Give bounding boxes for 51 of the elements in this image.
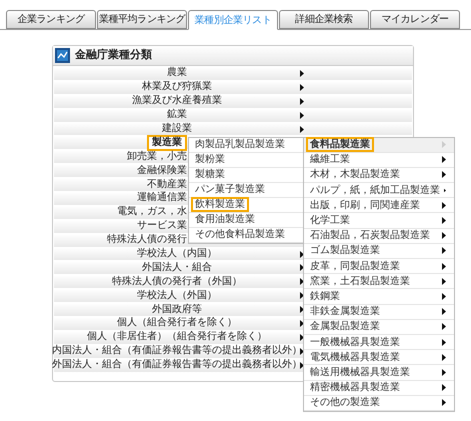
submenu-item[interactable]: 製糖業 (191, 167, 229, 182)
submenu-item[interactable]: 製粉業 (191, 152, 229, 167)
submenu-item[interactable]: 一般機械器具製造業 (306, 334, 404, 350)
tab[interactable]: 詳細企業検索 (279, 10, 369, 29)
submenu-item[interactable]: 金属製品製造業 (306, 319, 384, 334)
submenu-item[interactable]: 飲料製造業 (191, 197, 249, 212)
menu-item[interactable]: 林業及び狩猟業 (142, 81, 212, 94)
menu-item[interactable]: 金融保険業 (137, 164, 187, 177)
menu-item[interactable]: 個人（非居住者）（組合発行者を除く） (87, 331, 267, 344)
chart-icon (55, 48, 70, 63)
submenu-item[interactable]: パン菓子製造業 (191, 182, 269, 197)
submenu-item[interactable]: 電気機械器具製造業 (306, 350, 404, 365)
menu-item[interactable]: 外国法人・組合 (142, 262, 212, 274)
menu-item[interactable]: サービス業 (137, 220, 187, 232)
submenu-item[interactable]: ゴム製品製造業 (306, 243, 384, 258)
submenu-item[interactable]: 食料品製造業 (306, 137, 374, 152)
menu-item[interactable]: 個人（組合発行者を除く） (117, 317, 237, 330)
menu-item[interactable]: 学校法人（外国） (137, 290, 217, 302)
submenu-item[interactable]: 化学工業 (306, 213, 354, 228)
submenu-item[interactable]: 木材，木製品製造業 (306, 167, 404, 182)
menu-item[interactable]: 学校法人（内国） (137, 248, 217, 260)
submenu-item[interactable]: 非鉄金属製造業 (306, 304, 384, 320)
menu-item[interactable]: 卸売業，小売 (127, 150, 187, 163)
menu-item[interactable]: 電気，ガス，水 (117, 206, 187, 218)
menu-item[interactable]: 農業 (167, 67, 187, 80)
menu-item[interactable]: 製造業 (147, 134, 187, 151)
submenu-item[interactable]: 繊維工業 (306, 152, 354, 168)
menu-item[interactable]: 特殊法人債の発行 (107, 234, 187, 246)
tab[interactable]: 企業ランキング (6, 10, 96, 29)
tab[interactable]: マイカレンダー (370, 10, 460, 29)
menu-item[interactable]: 建設業 (162, 123, 192, 135)
submenu-item[interactable]: 石油製品，石炭製品製造業 (306, 228, 434, 244)
submenu-item[interactable]: その他食料品製造業 (191, 227, 289, 242)
submenu-item[interactable]: その他の製造業 (306, 395, 384, 410)
submenu-item[interactable]: 食用油製造業 (191, 212, 259, 227)
submenu-item[interactable]: 輸送用機械器具製造業 (306, 364, 414, 380)
tab[interactable]: 業種別企業リスト (188, 10, 278, 30)
submenu-item[interactable]: パルプ，紙，紙加工品製造業 (306, 182, 444, 198)
menu-item[interactable]: 運輸通信業 (137, 192, 187, 204)
menu-item[interactable]: 不動産業 (147, 178, 187, 191)
submenu-item[interactable]: 皮革，同製品製造業 (306, 258, 404, 274)
submenu-item[interactable]: 出版，印刷，同関連産業 (306, 198, 424, 213)
panel-title: 金融庁業種分類 (75, 47, 152, 64)
tab[interactable]: 業種平均ランキング (97, 10, 187, 29)
submenu-item[interactable]: 鉄鋼業 (306, 288, 344, 304)
submenu-item[interactable]: 精密機械器具製造業 (306, 380, 404, 396)
menu-item[interactable]: 鉱業 (167, 109, 187, 122)
submenu-item[interactable]: 窯業，土石製品製造業 (306, 274, 414, 289)
menu-item[interactable]: 特殊法人債の発行者（外国） (112, 276, 242, 288)
submenu-item[interactable]: 肉製品乳製品製造業 (191, 137, 289, 152)
menu-item[interactable]: 外国政府等 (152, 304, 202, 316)
